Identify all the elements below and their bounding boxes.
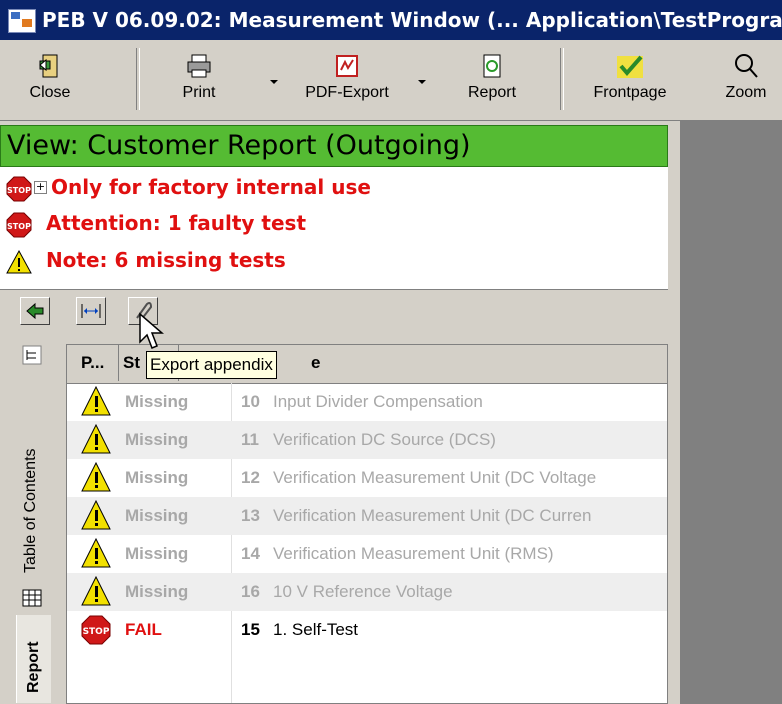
warning-triangle-icon [81, 423, 111, 454]
report-grid-icon [22, 589, 42, 607]
status-text: Missing [125, 468, 189, 487]
warning-triangle-icon [81, 537, 111, 568]
pdf-export-dropdown-arrow[interactable] [418, 80, 426, 84]
test-name: Input Divider Compensation [273, 392, 483, 411]
test-name: 1. Self-Test [273, 620, 359, 639]
tooltip: Export appendix [146, 351, 277, 379]
frontpage-checkmark-icon [617, 55, 643, 78]
test-number: 14 [241, 544, 260, 563]
note-internal-use: STOP + Only for factory internal use [6, 170, 371, 204]
test-results-table: P... St e Missing 10 Input Divider Compens… [66, 344, 668, 704]
svg-text:STOP: STOP [7, 186, 31, 195]
test-name: Verification Measurement Unit (DC Curren [273, 506, 592, 525]
pdf-export-icon [336, 55, 358, 77]
column-header-p[interactable]: P... [77, 345, 119, 381]
notes-panel: STOP + Only for factory internal use STOP… [0, 167, 668, 290]
zoom-button[interactable]: Zoom [716, 46, 776, 112]
stop-sign-icon: STOP [81, 615, 111, 645]
table-row[interactable]: STOP FAIL 15 1. Self-Test [67, 611, 667, 649]
warning-triangle-icon [81, 575, 111, 606]
toolbar-separator [136, 48, 140, 110]
fit-width-button[interactable] [76, 297, 106, 325]
nav-toolbar [0, 291, 668, 335]
test-number: 10 [241, 392, 260, 411]
column-header-name[interactable]: e [307, 345, 667, 381]
test-number: 11 [241, 430, 259, 449]
view-header: View: Customer Report (Outgoing) [0, 125, 668, 167]
stop-sign-icon: STOP [6, 212, 32, 237]
back-arrow-icon [26, 302, 44, 320]
stop-sign-icon: STOP [6, 176, 32, 201]
toolbar-separator [560, 48, 564, 110]
table-row[interactable]: Missing 14 Verification Measurement Unit (… [67, 535, 667, 573]
fit-width-icon [81, 304, 101, 318]
preview-panel [680, 121, 782, 704]
app-icon [8, 9, 36, 33]
test-number: 13 [241, 506, 260, 525]
status-text: Missing [125, 582, 189, 601]
warning-triangle-icon [81, 461, 111, 492]
warning-triangle-icon [6, 249, 32, 273]
tab-report[interactable]: Report [16, 615, 51, 703]
mouse-cursor-icon [139, 312, 164, 349]
printer-icon [187, 54, 211, 78]
magnifier-icon [735, 54, 758, 78]
print-button[interactable]: Print [164, 46, 234, 112]
status-text: Missing [125, 392, 189, 411]
svg-text:STOP: STOP [7, 222, 31, 231]
table-row[interactable]: Missing 13 Verification Measurement Unit (… [67, 497, 667, 535]
print-dropdown-arrow[interactable] [270, 80, 278, 84]
warning-triangle-icon [81, 385, 111, 416]
note-missing-tests: Note: 6 missing tests [6, 243, 286, 277]
frontpage-button[interactable]: Frontpage [582, 46, 678, 112]
status-text: FAIL [125, 620, 162, 639]
status-icon: STOP [81, 613, 111, 659]
test-name: 10 V Reference Voltage [273, 582, 453, 601]
svg-text:STOP: STOP [83, 627, 110, 637]
toolbar: Close Print PDF-Export Report Frontpage [0, 40, 782, 121]
tree-view-icon [22, 345, 42, 365]
report-button[interactable]: Report [452, 46, 532, 112]
test-name: Verification DC Source (DCS) [273, 430, 496, 449]
table-row[interactable]: Missing 10 Input Divider Compensation [67, 383, 667, 421]
test-name: Verification Measurement Unit (RMS) [273, 544, 554, 563]
close-button[interactable]: Close [14, 46, 86, 112]
test-name: Verification Measurement Unit (DC Voltag… [273, 468, 597, 487]
door-exit-icon [39, 54, 58, 78]
test-number: 12 [241, 468, 260, 487]
table-row[interactable]: Missing 11 Verification DC Source (DCS) [67, 421, 667, 459]
title-bar: PEB V 06.09.02: Measurement Window (... … [0, 0, 782, 40]
pdf-export-button[interactable]: PDF-Export [292, 46, 402, 112]
status-text: Missing [125, 430, 189, 449]
tab-table-of-contents[interactable]: Table of Contents [16, 375, 50, 585]
window-title: PEB V 06.09.02: Measurement Window (... … [42, 8, 782, 32]
note-faulty-test: STOP Attention: 1 faulty test [6, 206, 306, 240]
status-text: Missing [125, 544, 189, 563]
status-text: Missing [125, 506, 189, 525]
table-row[interactable]: Missing 12 Verification Measurement Unit (… [67, 459, 667, 497]
back-button[interactable] [20, 297, 50, 325]
side-tabs: Table of Contents Report [0, 337, 62, 704]
report-icon [483, 54, 501, 78]
expand-icon[interactable]: + [34, 181, 47, 194]
test-number: 16 [241, 582, 260, 601]
table-row[interactable]: Missing 16 10 V Reference Voltage [67, 573, 667, 611]
test-number: 15 [241, 620, 260, 639]
warning-triangle-icon [81, 499, 111, 530]
